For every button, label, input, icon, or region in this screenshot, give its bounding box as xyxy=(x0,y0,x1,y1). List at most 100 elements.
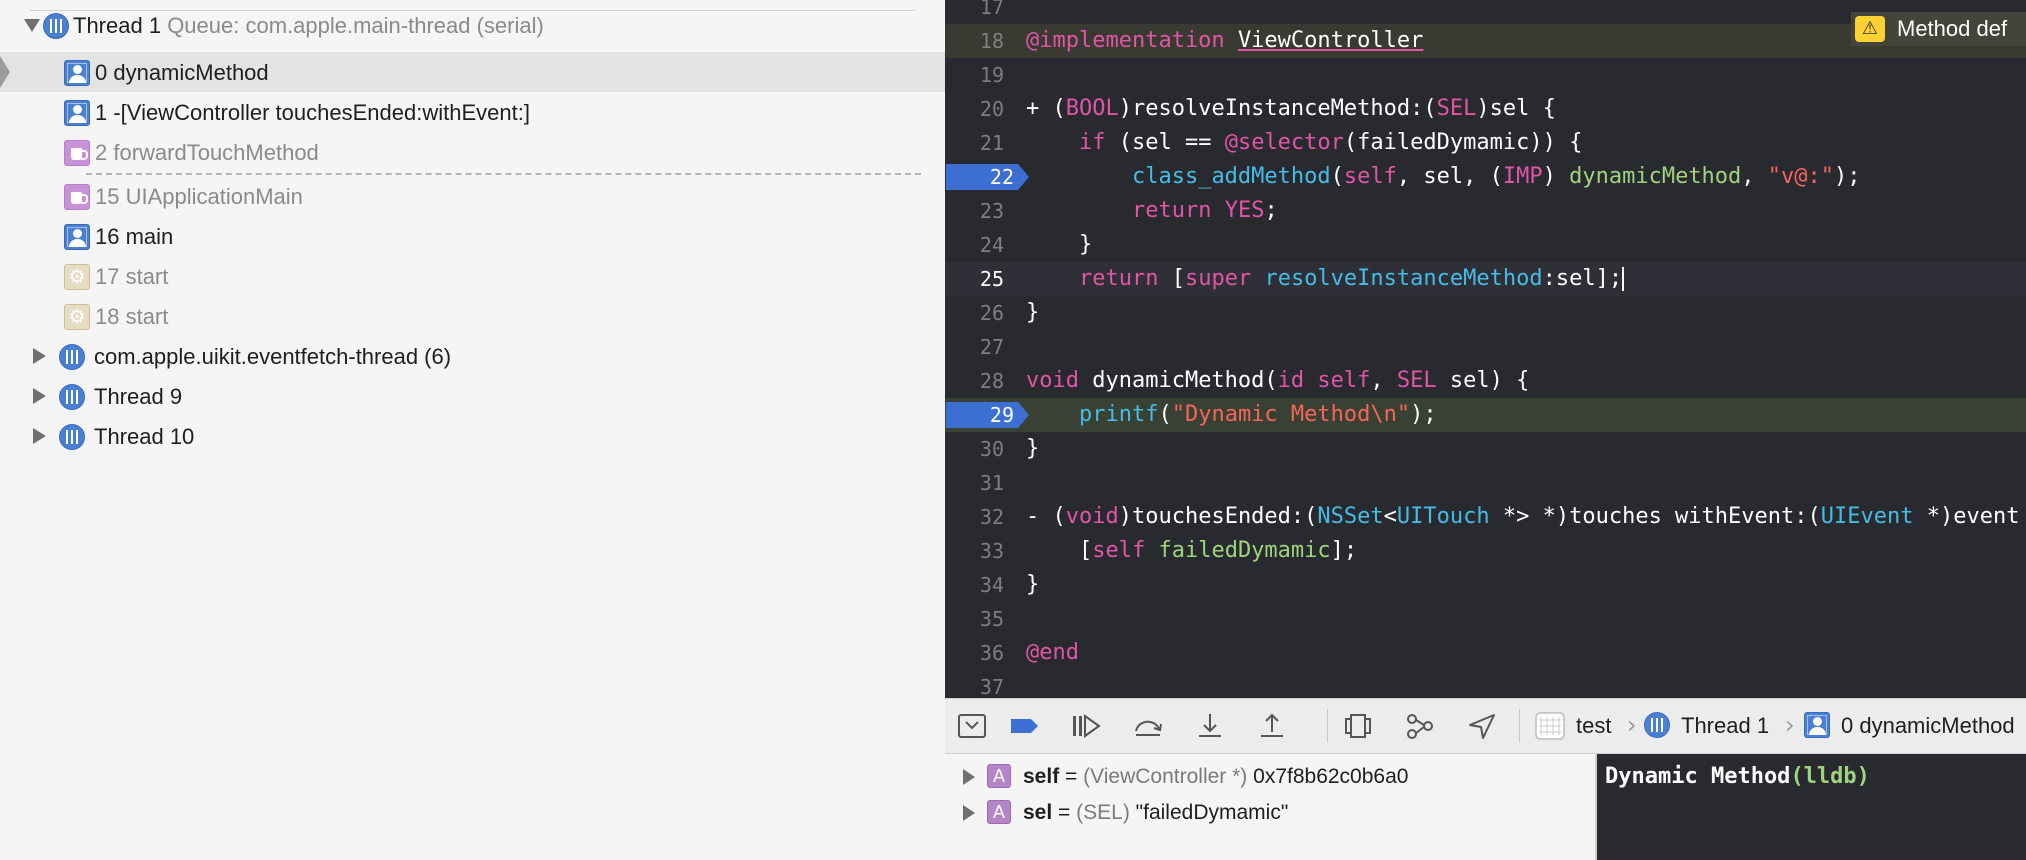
code-line[interactable]: 26} xyxy=(945,296,2026,330)
debug-bar: test › Thread 1 › 0 dynamicMethod xyxy=(945,698,2026,754)
stack-frame-row[interactable]: 2 forwardTouchMethod xyxy=(0,132,945,172)
code-line[interactable]: 27 xyxy=(945,330,2026,364)
issue-annotation[interactable]: ⚠ Method def xyxy=(1851,12,2026,46)
thread-row[interactable]: Thread 10 xyxy=(0,416,945,456)
breadcrumb-thread[interactable]: Thread 1 xyxy=(1681,713,1769,739)
code-line[interactable]: 22 class_addMethod(self, sel, (IMP) dyna… xyxy=(945,160,2026,194)
code-line[interactable]: 30} xyxy=(945,432,2026,466)
code-line[interactable]: 37 xyxy=(945,670,2026,698)
code-line[interactable]: 20 + (BOOL)resolveInstanceMethod:(SEL)sel… xyxy=(945,92,2026,126)
code-token: YES xyxy=(1224,198,1265,223)
stack-frame-row[interactable]: ⚙ 18 start xyxy=(0,296,945,336)
code-line[interactable]: 31 xyxy=(945,466,2026,500)
thread-row[interactable]: com.apple.uikit.eventfetch-thread (6) xyxy=(0,336,945,376)
continue-icon[interactable] xyxy=(1069,711,1103,741)
stack-frame-row[interactable]: 0 dynamicMethod xyxy=(0,52,945,92)
frame-label: 2 forwardTouchMethod xyxy=(95,140,319,165)
step-over-icon[interactable] xyxy=(1131,711,1165,741)
variable-type: (ViewController *) xyxy=(1083,765,1248,788)
variable-text: self = (ViewController *) 0x7f8b62c0b6a0 xyxy=(1023,765,1409,788)
disclosure-collapsed-icon[interactable] xyxy=(963,769,975,785)
breadcrumb-target[interactable]: test xyxy=(1576,713,1611,739)
stack-frame-row[interactable]: ⚙ 17 start xyxy=(0,256,945,296)
disclosure-collapsed-icon[interactable] xyxy=(33,388,46,404)
view-hierarchy-icon[interactable] xyxy=(1341,711,1375,741)
variable-row[interactable]: A sel = (SEL) "failedDymamic" xyxy=(945,795,1596,831)
source-editor[interactable]: 17 18 @implementation ViewController 19 20 + … xyxy=(945,0,2026,698)
code-token: dynamicMethod xyxy=(1569,164,1742,189)
line-number: 29 xyxy=(989,403,1014,427)
stack-frame-row[interactable]: 15 UIApplicationMain xyxy=(0,176,945,216)
variable-value: "failedDymamic" xyxy=(1135,801,1289,824)
user-icon xyxy=(64,60,90,86)
line-number: 18 xyxy=(979,29,1004,53)
code-token: ) xyxy=(1542,164,1570,189)
code-line[interactable]: 35 xyxy=(945,602,2026,636)
line-number: 35 xyxy=(979,607,1004,631)
line-number: 36 xyxy=(979,641,1004,665)
thread-row[interactable]: Thread 9 xyxy=(0,376,945,416)
variable-row[interactable]: A self = (ViewController *) 0x7f8b62c0b6… xyxy=(945,759,1596,795)
disclosure-collapsed-icon[interactable] xyxy=(33,348,46,364)
breakpoints-toggle-icon[interactable] xyxy=(1007,711,1041,741)
breakpoint-marker[interactable]: 22 xyxy=(946,164,1029,190)
code-token: "v@:" xyxy=(1767,164,1835,189)
stack-frame-row[interactable]: 16 main xyxy=(0,216,945,256)
stack-frame-row[interactable]: 1 -[ViewController touchesEnded:withEven… xyxy=(0,92,945,132)
code-token: *> *)touches withEvent:( xyxy=(1489,504,1821,529)
code-line[interactable]: 33 [self failedDymamic]; xyxy=(945,534,2026,568)
thread-icon xyxy=(1644,712,1670,738)
code-token: ViewController xyxy=(1237,28,1424,53)
code-line[interactable]: 24 } xyxy=(945,228,2026,262)
simulate-location-icon[interactable] xyxy=(1465,711,1499,741)
line-number: 25 xyxy=(979,267,1004,291)
code-text: class_addMethod(self, sel, (IMP) dynamic… xyxy=(1026,165,1861,189)
code-token: BOOL xyxy=(1065,96,1119,121)
code-token: + ( xyxy=(1026,96,1066,121)
step-into-icon[interactable] xyxy=(1193,711,1227,741)
breadcrumb-frame[interactable]: 0 dynamicMethod xyxy=(1841,713,2015,739)
code-line[interactable]: 21 if (sel == @selector(failedDymamic)) … xyxy=(945,126,2026,160)
line-number: 26 xyxy=(979,301,1004,325)
code-line[interactable]: 34} xyxy=(945,568,2026,602)
user-icon xyxy=(1804,712,1830,738)
hide-debug-area-icon[interactable] xyxy=(955,711,989,741)
code-line[interactable]: 19 xyxy=(945,58,2026,92)
code-line[interactable]: 29 printf("Dynamic Method\n"); xyxy=(945,398,2026,432)
disclosure-expanded-icon[interactable] xyxy=(24,19,40,32)
thread-icon xyxy=(59,344,85,370)
line-number: 28 xyxy=(979,369,1004,393)
step-out-icon[interactable] xyxy=(1255,711,1289,741)
line-number: 21 xyxy=(979,131,1004,155)
code-token: ( xyxy=(1158,402,1172,427)
disclosure-collapsed-icon[interactable] xyxy=(33,428,46,444)
thread-row-thread-1[interactable]: Thread 1 Queue: com.apple.main-thread (s… xyxy=(0,5,945,45)
breakpoint-marker[interactable]: 29 xyxy=(946,402,1029,428)
code-token: void xyxy=(1065,504,1119,529)
line-number: 22 xyxy=(989,165,1014,189)
code-line[interactable]: 25 return [super resolveInstanceMethod:s… xyxy=(945,262,2026,296)
code-token: void xyxy=(1026,368,1079,393)
code-token: UITouch xyxy=(1396,504,1490,529)
code-line[interactable]: 36 @end xyxy=(945,636,2026,670)
code-token: sel) { xyxy=(1436,368,1530,393)
code-line[interactable]: 23 return YES; xyxy=(945,194,2026,228)
variable-text: sel = (SEL) "failedDymamic" xyxy=(1023,801,1289,824)
disclosure-collapsed-icon[interactable] xyxy=(963,805,975,821)
variable-type-icon: A xyxy=(987,764,1011,788)
code-line[interactable]: 32 - (void)touchesEnded:(NSSet<UITouch *>… xyxy=(945,500,2026,534)
line-number: 37 xyxy=(979,675,1004,698)
gear-icon: ⚙ xyxy=(64,304,90,330)
code-line[interactable]: 28 void dynamicMethod(id self, SEL sel) { xyxy=(945,364,2026,398)
code-text: void dynamicMethod(id self, SEL sel) { xyxy=(1026,369,1529,393)
line-number: 23 xyxy=(979,199,1004,223)
debug-console[interactable]: Dynamic Method(lldb) xyxy=(1597,754,2026,860)
code-text: printf("Dynamic Method\n"); xyxy=(1026,403,1437,427)
memory-graph-icon[interactable] xyxy=(1403,711,1437,741)
console-output: Dynamic Method(lldb) xyxy=(1605,764,1870,790)
code-token: SEL xyxy=(1436,96,1477,121)
app-target-icon xyxy=(1533,711,1567,741)
